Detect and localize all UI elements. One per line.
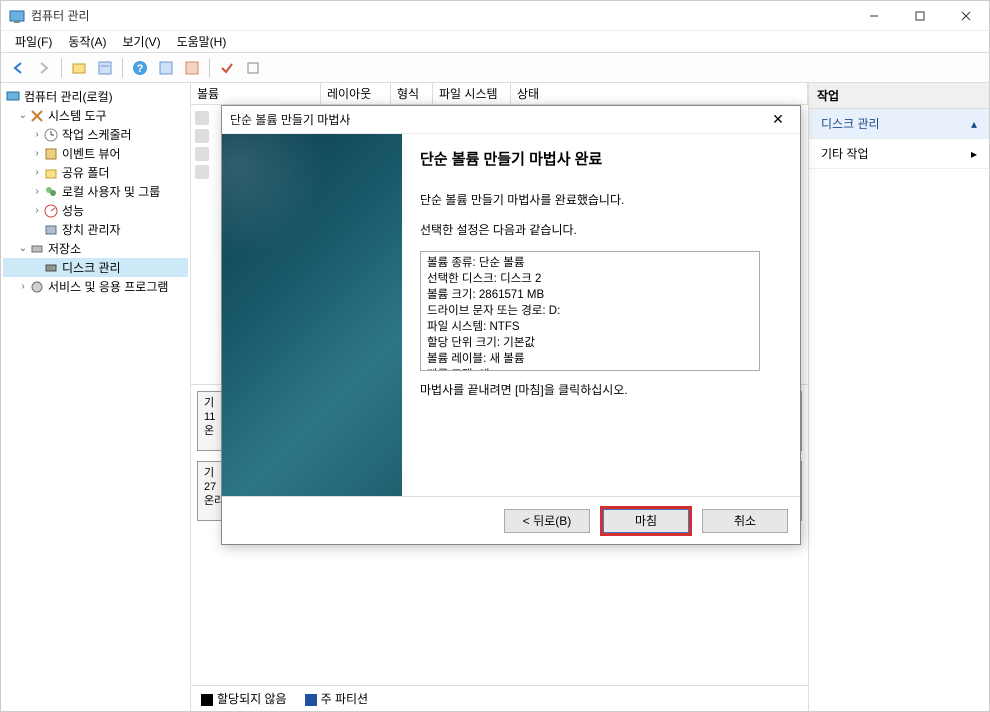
services-icon [29, 279, 45, 295]
wizard-dialog: 단순 볼륨 만들기 마법사 ✕ 단순 볼륨 만들기 마법사 완료 단순 볼륨 만… [221, 105, 801, 545]
tree-shared-label: 공유 폴더 [62, 164, 110, 181]
expand-icon[interactable]: › [31, 167, 43, 178]
titlebar: 컴퓨터 관리 [1, 1, 989, 31]
wizard-msg1: 단순 볼륨 만들기 마법사를 완료했습니다. [420, 191, 782, 209]
tree-storage-label: 저장소 [48, 240, 81, 257]
storage-icon [29, 241, 45, 257]
tree-scheduler[interactable]: › 작업 스케줄러 [3, 125, 188, 144]
properties-button[interactable] [94, 57, 116, 79]
tree-eventvwr[interactable]: › 이벤트 뷰어 [3, 144, 188, 163]
tree-systools[interactable]: ⌄ 시스템 도구 [3, 106, 188, 125]
tree-diskmgmt-label: 디스크 관리 [62, 259, 121, 276]
menu-help[interactable]: 도움말(H) [169, 31, 235, 52]
actions-item-label: 기타 작업 [821, 145, 869, 162]
wizard-msg3: 마법사를 끝내려면 [마침]을 클릭하십시오. [420, 381, 782, 399]
wizard-close-button[interactable]: ✕ [764, 111, 792, 128]
wizard-msg2: 선택한 설정은 다음과 같습니다. [420, 221, 782, 239]
menu-action[interactable]: 동작(A) [60, 31, 114, 52]
collapse-icon: ▴ [971, 117, 977, 131]
tree-systools-label: 시스템 도구 [48, 107, 107, 124]
collapse-icon[interactable]: ⌄ [17, 243, 29, 254]
setting-line: 빠른 포맷: 예 [427, 367, 753, 371]
collapse-icon[interactable]: ⌄ [17, 110, 29, 121]
tree-perf-label: 성능 [62, 202, 84, 219]
perf-icon [43, 203, 59, 219]
tree-scheduler-label: 작업 스케줄러 [62, 126, 132, 143]
setting-line: 드라이브 문자 또는 경로: D: [427, 303, 753, 319]
col-layout[interactable]: 레이아웃 [321, 83, 391, 104]
minimize-button[interactable] [851, 1, 897, 31]
tools-icon [29, 108, 45, 124]
setting-line: 파일 시스템: NTFS [427, 319, 753, 335]
menubar: 파일(F) 동작(A) 보기(V) 도움말(H) [1, 31, 989, 53]
wizard-back-button[interactable]: < 뒤로(B) [504, 509, 590, 533]
tree-storage[interactable]: ⌄ 저장소 [3, 239, 188, 258]
col-fs[interactable]: 파일 시스템 [433, 83, 511, 104]
tree-perf[interactable]: › 성능 [3, 201, 188, 220]
up-button[interactable] [68, 57, 90, 79]
setting-line: 볼륨 레이블: 새 볼륨 [427, 351, 753, 367]
tree-localusers[interactable]: › 로컬 사용자 및 그룹 [3, 182, 188, 201]
wizard-finish-button[interactable]: 마침 [600, 506, 692, 536]
forward-button[interactable] [33, 57, 55, 79]
tree-diskmgmt[interactable]: 디스크 관리 [3, 258, 188, 277]
wizard-button-bar: < 뒤로(B) 마침 취소 [222, 496, 800, 544]
list-button[interactable] [181, 57, 203, 79]
actions-item-diskmgmt[interactable]: 디스크 관리 ▴ [809, 109, 989, 139]
legend-primary: 주 파티션 [305, 690, 369, 707]
actions-item-more[interactable]: 기타 작업 ▸ [809, 139, 989, 169]
menu-view[interactable]: 보기(V) [114, 31, 168, 52]
wizard-cancel-button[interactable]: 취소 [702, 509, 788, 533]
window-title: 컴퓨터 관리 [31, 7, 851, 24]
setting-line: 볼륨 크기: 2861571 MB [427, 287, 753, 303]
clock-icon [43, 127, 59, 143]
tree-root[interactable]: 컴퓨터 관리(로컬) [3, 87, 188, 106]
tree-devmgr[interactable]: 장치 관리자 [3, 220, 188, 239]
check-button[interactable] [216, 57, 238, 79]
col-status[interactable]: 상태 [511, 83, 808, 104]
wizard-heading: 단순 볼륨 만들기 마법사 완료 [420, 148, 782, 169]
wizard-content: 단순 볼륨 만들기 마법사 완료 단순 볼륨 만들기 마법사를 완료했습니다. … [402, 134, 800, 496]
close-button[interactable] [943, 1, 989, 31]
tree-shared[interactable]: › 공유 폴더 [3, 163, 188, 182]
expand-icon[interactable]: › [31, 148, 43, 159]
tree-eventvwr-label: 이벤트 뷰어 [62, 145, 121, 162]
wizard-sidebar-image [222, 134, 402, 496]
actions-item-label: 디스크 관리 [821, 115, 880, 132]
expand-icon: ▸ [971, 147, 977, 161]
users-icon [43, 184, 59, 200]
setting-line: 선택한 디스크: 디스크 2 [427, 271, 753, 287]
svg-text:?: ? [137, 63, 144, 75]
expand-icon[interactable]: › [17, 281, 29, 292]
help-button[interactable]: ? [129, 57, 151, 79]
expand-icon[interactable]: › [31, 205, 43, 216]
tree-services-label: 서비스 및 응용 프로그램 [48, 278, 168, 295]
maximize-button[interactable] [897, 1, 943, 31]
col-type[interactable]: 형식 [391, 83, 433, 104]
tree-localusers-label: 로컬 사용자 및 그룹 [62, 183, 160, 200]
setting-line: 할당 단위 크기: 기본값 [427, 335, 753, 351]
folder-icon [43, 165, 59, 181]
actions-header: 작업 [809, 83, 989, 109]
wizard-settings-list[interactable]: 볼륨 종류: 단순 볼륨 선택한 디스크: 디스크 2 볼륨 크기: 28615… [420, 251, 760, 371]
expand-icon[interactable]: › [31, 186, 43, 197]
tree-devmgr-label: 장치 관리자 [62, 221, 121, 238]
computer-icon [5, 89, 21, 105]
legend: 할당되지 않음 주 파티션 [191, 685, 808, 711]
disk-icon [43, 260, 59, 276]
legend-unallocated: 할당되지 않음 [201, 690, 287, 707]
expand-icon[interactable]: › [31, 129, 43, 140]
menu-file[interactable]: 파일(F) [7, 31, 60, 52]
tree-root-label: 컴퓨터 관리(로컬) [24, 88, 113, 105]
settings-button[interactable] [242, 57, 264, 79]
setting-line: 볼륨 종류: 단순 볼륨 [427, 255, 753, 271]
toolbar: ? [1, 53, 989, 83]
back-button[interactable] [7, 57, 29, 79]
device-icon [43, 222, 59, 238]
app-icon [9, 8, 25, 24]
refresh-button[interactable] [155, 57, 177, 79]
actions-panel: 작업 디스크 관리 ▴ 기타 작업 ▸ [809, 83, 989, 711]
tree-services[interactable]: › 서비스 및 응용 프로그램 [3, 277, 188, 296]
event-icon [43, 146, 59, 162]
